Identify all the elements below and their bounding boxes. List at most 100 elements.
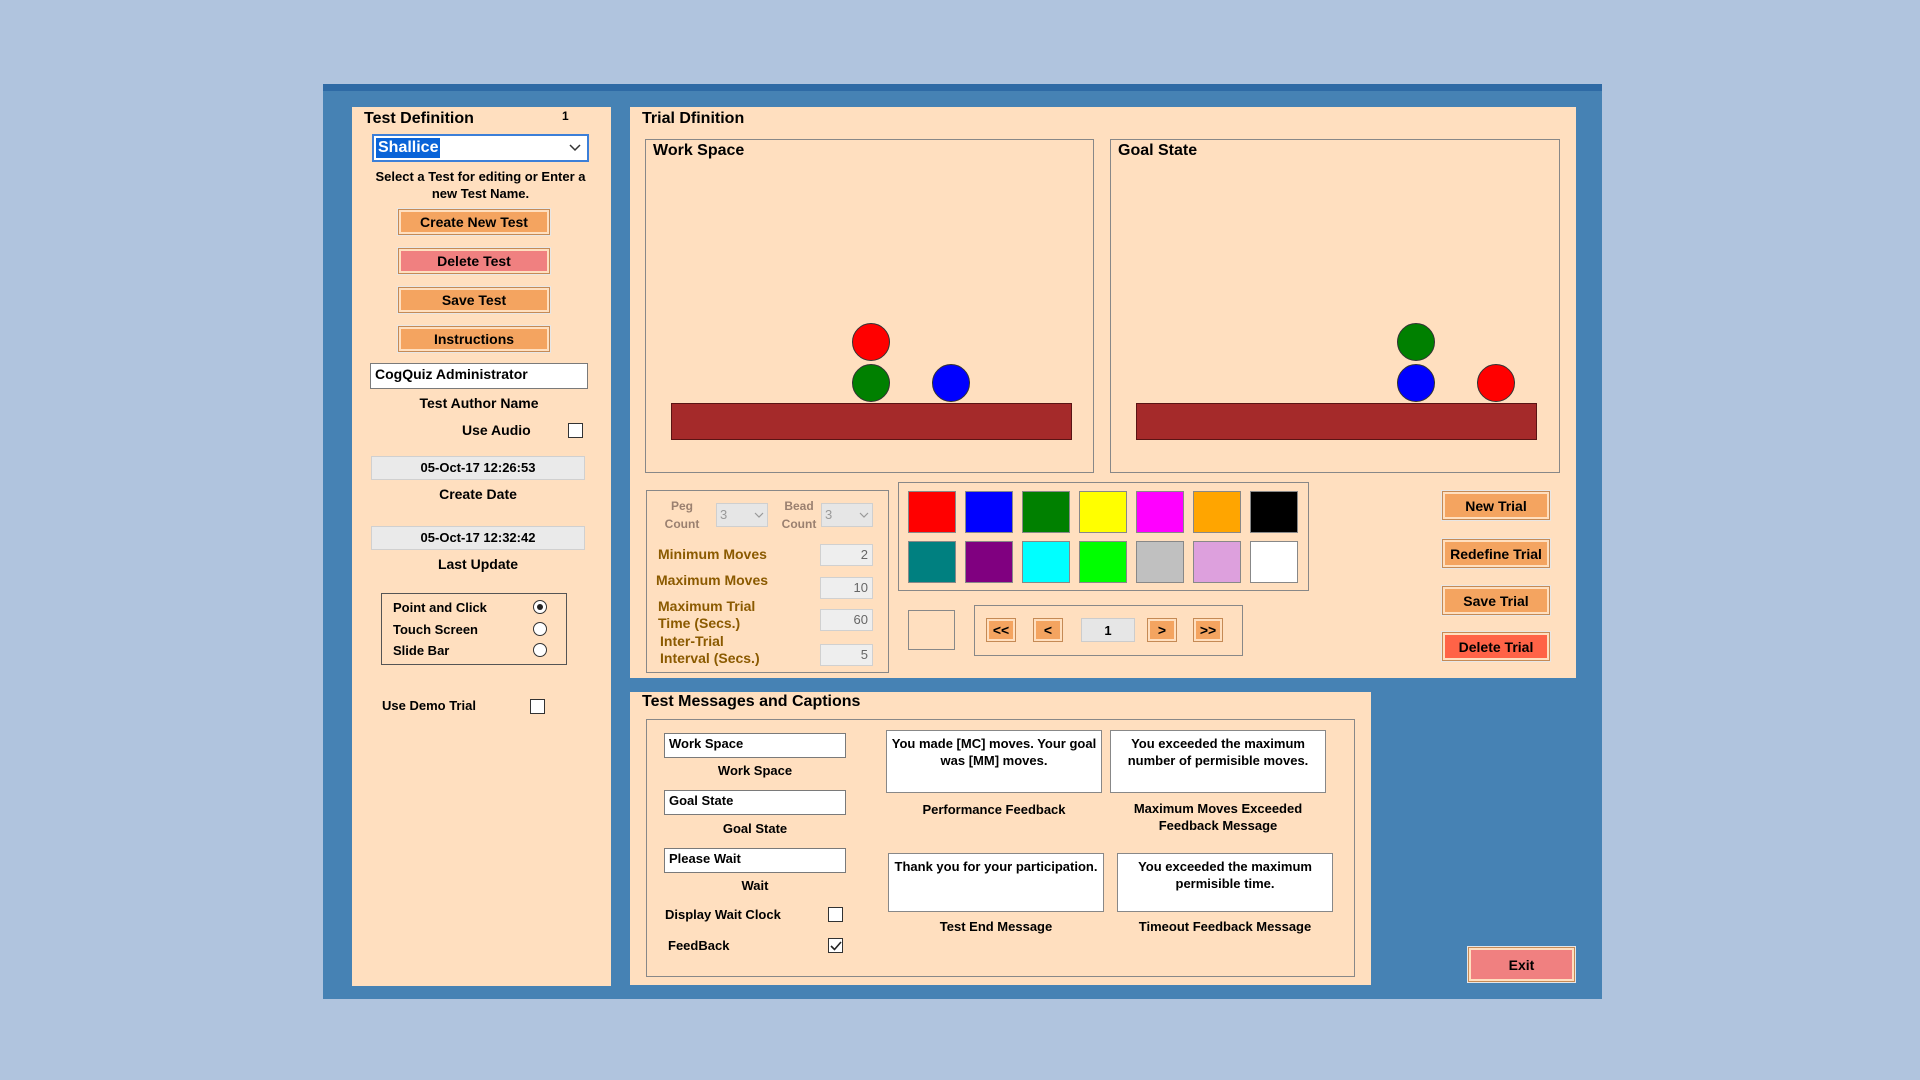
- goal-bead-blue: [1397, 364, 1435, 402]
- max-moves-field[interactable]: 10: [820, 577, 873, 599]
- min-moves-label: Minimum Moves: [658, 546, 767, 562]
- color-swatch[interactable]: [1250, 541, 1298, 583]
- trial-navigation: << < 1 > >>: [974, 605, 1243, 656]
- performance-feedback-message[interactable]: You made [MC] moves. Your goal was [MM] …: [886, 730, 1102, 793]
- workspace-bead-blue[interactable]: [932, 364, 970, 402]
- inter-trial-interval-label: Inter-Trial Interval (Secs.): [660, 633, 760, 666]
- bead-count-value: 3: [825, 507, 833, 522]
- color-swatch[interactable]: [908, 491, 956, 533]
- goal-state-caption-label: Goal State: [722, 821, 788, 836]
- create-date-field: 05-Oct-17 12:26:53: [371, 456, 585, 480]
- input-mode-group: Point and Click Touch Screen Slide Bar: [381, 593, 567, 665]
- goal-bead-green: [1397, 323, 1435, 361]
- use-audio-checkbox[interactable]: [568, 423, 583, 438]
- max-trial-time-label: Maximum Trial Time (Secs.): [658, 598, 756, 631]
- workspace-bead-green[interactable]: [852, 364, 890, 402]
- goal-peg-base: [1136, 403, 1537, 440]
- workspace-area[interactable]: Work Space: [645, 139, 1094, 473]
- test-messages-box: Work Space Work Space Goal State Goal St…: [646, 719, 1355, 977]
- max-moves-exceeded-message[interactable]: You exceeded the maximum number of permi…: [1110, 730, 1326, 793]
- create-new-test-button[interactable]: Create New Test: [398, 209, 550, 235]
- workspace-peg-base: [671, 403, 1072, 440]
- test-select-value: Shallice: [376, 138, 441, 158]
- delete-trial-button[interactable]: Delete Trial: [1442, 632, 1550, 661]
- timeout-feedback-message[interactable]: You exceeded the maximum permisible time…: [1117, 853, 1333, 912]
- test-definition-panel: Test Definition 1 Shallice Select a Test…: [352, 107, 611, 986]
- author-name-label: Test Author Name: [419, 395, 539, 411]
- chevron-down-icon: [754, 504, 764, 533]
- input-mode-slide-bar-radio[interactable]: [533, 643, 547, 657]
- max-trial-time-field[interactable]: 60: [820, 609, 873, 631]
- color-swatch[interactable]: [1022, 541, 1070, 583]
- previous-trial-button[interactable]: <: [1033, 618, 1063, 642]
- color-swatch[interactable]: [1079, 541, 1127, 583]
- peg-count-value: 3: [720, 507, 728, 522]
- new-trial-button[interactable]: New Trial: [1442, 491, 1550, 520]
- save-test-button[interactable]: Save Test: [398, 287, 550, 313]
- input-mode-touch-screen-label: Touch Screen: [393, 622, 479, 637]
- min-moves-field[interactable]: 2: [820, 544, 873, 566]
- use-demo-trial-checkbox[interactable]: [530, 699, 545, 714]
- chevron-down-icon: [859, 504, 869, 533]
- bead-color-palette: [898, 482, 1309, 591]
- peg-count-dropdown[interactable]: 3: [716, 503, 768, 527]
- chevron-down-icon: [569, 139, 581, 158]
- workspace-bead-red[interactable]: [852, 323, 890, 361]
- workspace-caption-field[interactable]: Work Space: [664, 733, 846, 758]
- wait-caption-field[interactable]: Please Wait: [664, 848, 846, 873]
- last-update-label: Last Update: [437, 556, 519, 572]
- last-trial-button[interactable]: >>: [1193, 618, 1223, 642]
- goal-state-caption-field[interactable]: Goal State: [664, 790, 846, 815]
- check-icon: [830, 941, 842, 951]
- create-date-label: Create Date: [439, 486, 517, 502]
- use-demo-trial-label: Use Demo Trial: [382, 698, 476, 713]
- instructions-button[interactable]: Instructions: [398, 326, 550, 352]
- feedback-checkbox[interactable]: [828, 938, 843, 953]
- display-wait-clock-label: Display Wait Clock: [665, 907, 781, 922]
- color-swatch[interactable]: [965, 541, 1013, 583]
- color-swatch[interactable]: [1022, 491, 1070, 533]
- wait-caption-label: Wait: [741, 878, 769, 893]
- last-update-field: 05-Oct-17 12:32:42: [371, 526, 585, 550]
- inter-trial-interval-field[interactable]: 5: [820, 644, 873, 666]
- workspace-title: Work Space: [653, 142, 745, 159]
- test-number: 1: [562, 109, 569, 123]
- exit-button[interactable]: Exit: [1468, 947, 1575, 982]
- input-mode-point-click-label: Point and Click: [393, 600, 487, 615]
- peg-count-label: Peg Count: [664, 499, 700, 531]
- max-moves-label: Maximum Moves: [656, 572, 769, 588]
- input-mode-touch-screen-radio[interactable]: [533, 622, 547, 636]
- color-swatch[interactable]: [1136, 491, 1184, 533]
- delete-test-button[interactable]: Delete Test: [398, 248, 550, 274]
- color-swatch[interactable]: [1136, 541, 1184, 583]
- display-wait-clock-checkbox[interactable]: [828, 907, 843, 922]
- input-mode-point-click-radio[interactable]: [533, 600, 547, 614]
- first-trial-button[interactable]: <<: [986, 618, 1016, 642]
- current-trial-number[interactable]: 1: [1081, 618, 1135, 642]
- feedback-label: FeedBack: [668, 938, 730, 953]
- save-trial-button[interactable]: Save Trial: [1442, 586, 1550, 615]
- color-swatch[interactable]: [1079, 491, 1127, 533]
- test-select-dropdown[interactable]: Shallice: [372, 134, 589, 162]
- author-name-field[interactable]: CogQuiz Administrator: [370, 363, 588, 389]
- test-select-hint: Select a Test for editing or Enter a new…: [375, 169, 586, 201]
- color-swatch[interactable]: [1250, 491, 1298, 533]
- color-swatch[interactable]: [1193, 541, 1241, 583]
- performance-feedback-label: Performance Feedback: [922, 802, 1066, 817]
- bead-count-dropdown[interactable]: 3: [821, 503, 873, 527]
- selected-color-preview: [908, 610, 955, 650]
- test-end-message[interactable]: Thank you for your participation.: [888, 853, 1104, 912]
- window-top-bar: [323, 84, 1602, 91]
- test-messages-title: Test Messages and Captions: [642, 693, 861, 710]
- input-mode-slide-bar-label: Slide Bar: [393, 643, 450, 658]
- next-trial-button[interactable]: >: [1147, 618, 1177, 642]
- trial-parameters-box: Peg Count 3 Bead Count 3 Minimum Moves 2…: [646, 490, 889, 673]
- max-moves-exceeded-label: Maximum Moves Exceeded Feedback Message: [1133, 801, 1303, 833]
- redefine-trial-button[interactable]: Redefine Trial: [1442, 539, 1550, 568]
- test-end-message-label: Test End Message: [939, 919, 1053, 934]
- goal-state-area: Goal State: [1110, 139, 1560, 473]
- color-swatch[interactable]: [1193, 491, 1241, 533]
- color-swatch[interactable]: [965, 491, 1013, 533]
- color-swatch[interactable]: [908, 541, 956, 583]
- workspace-caption-label: Work Space: [717, 763, 793, 778]
